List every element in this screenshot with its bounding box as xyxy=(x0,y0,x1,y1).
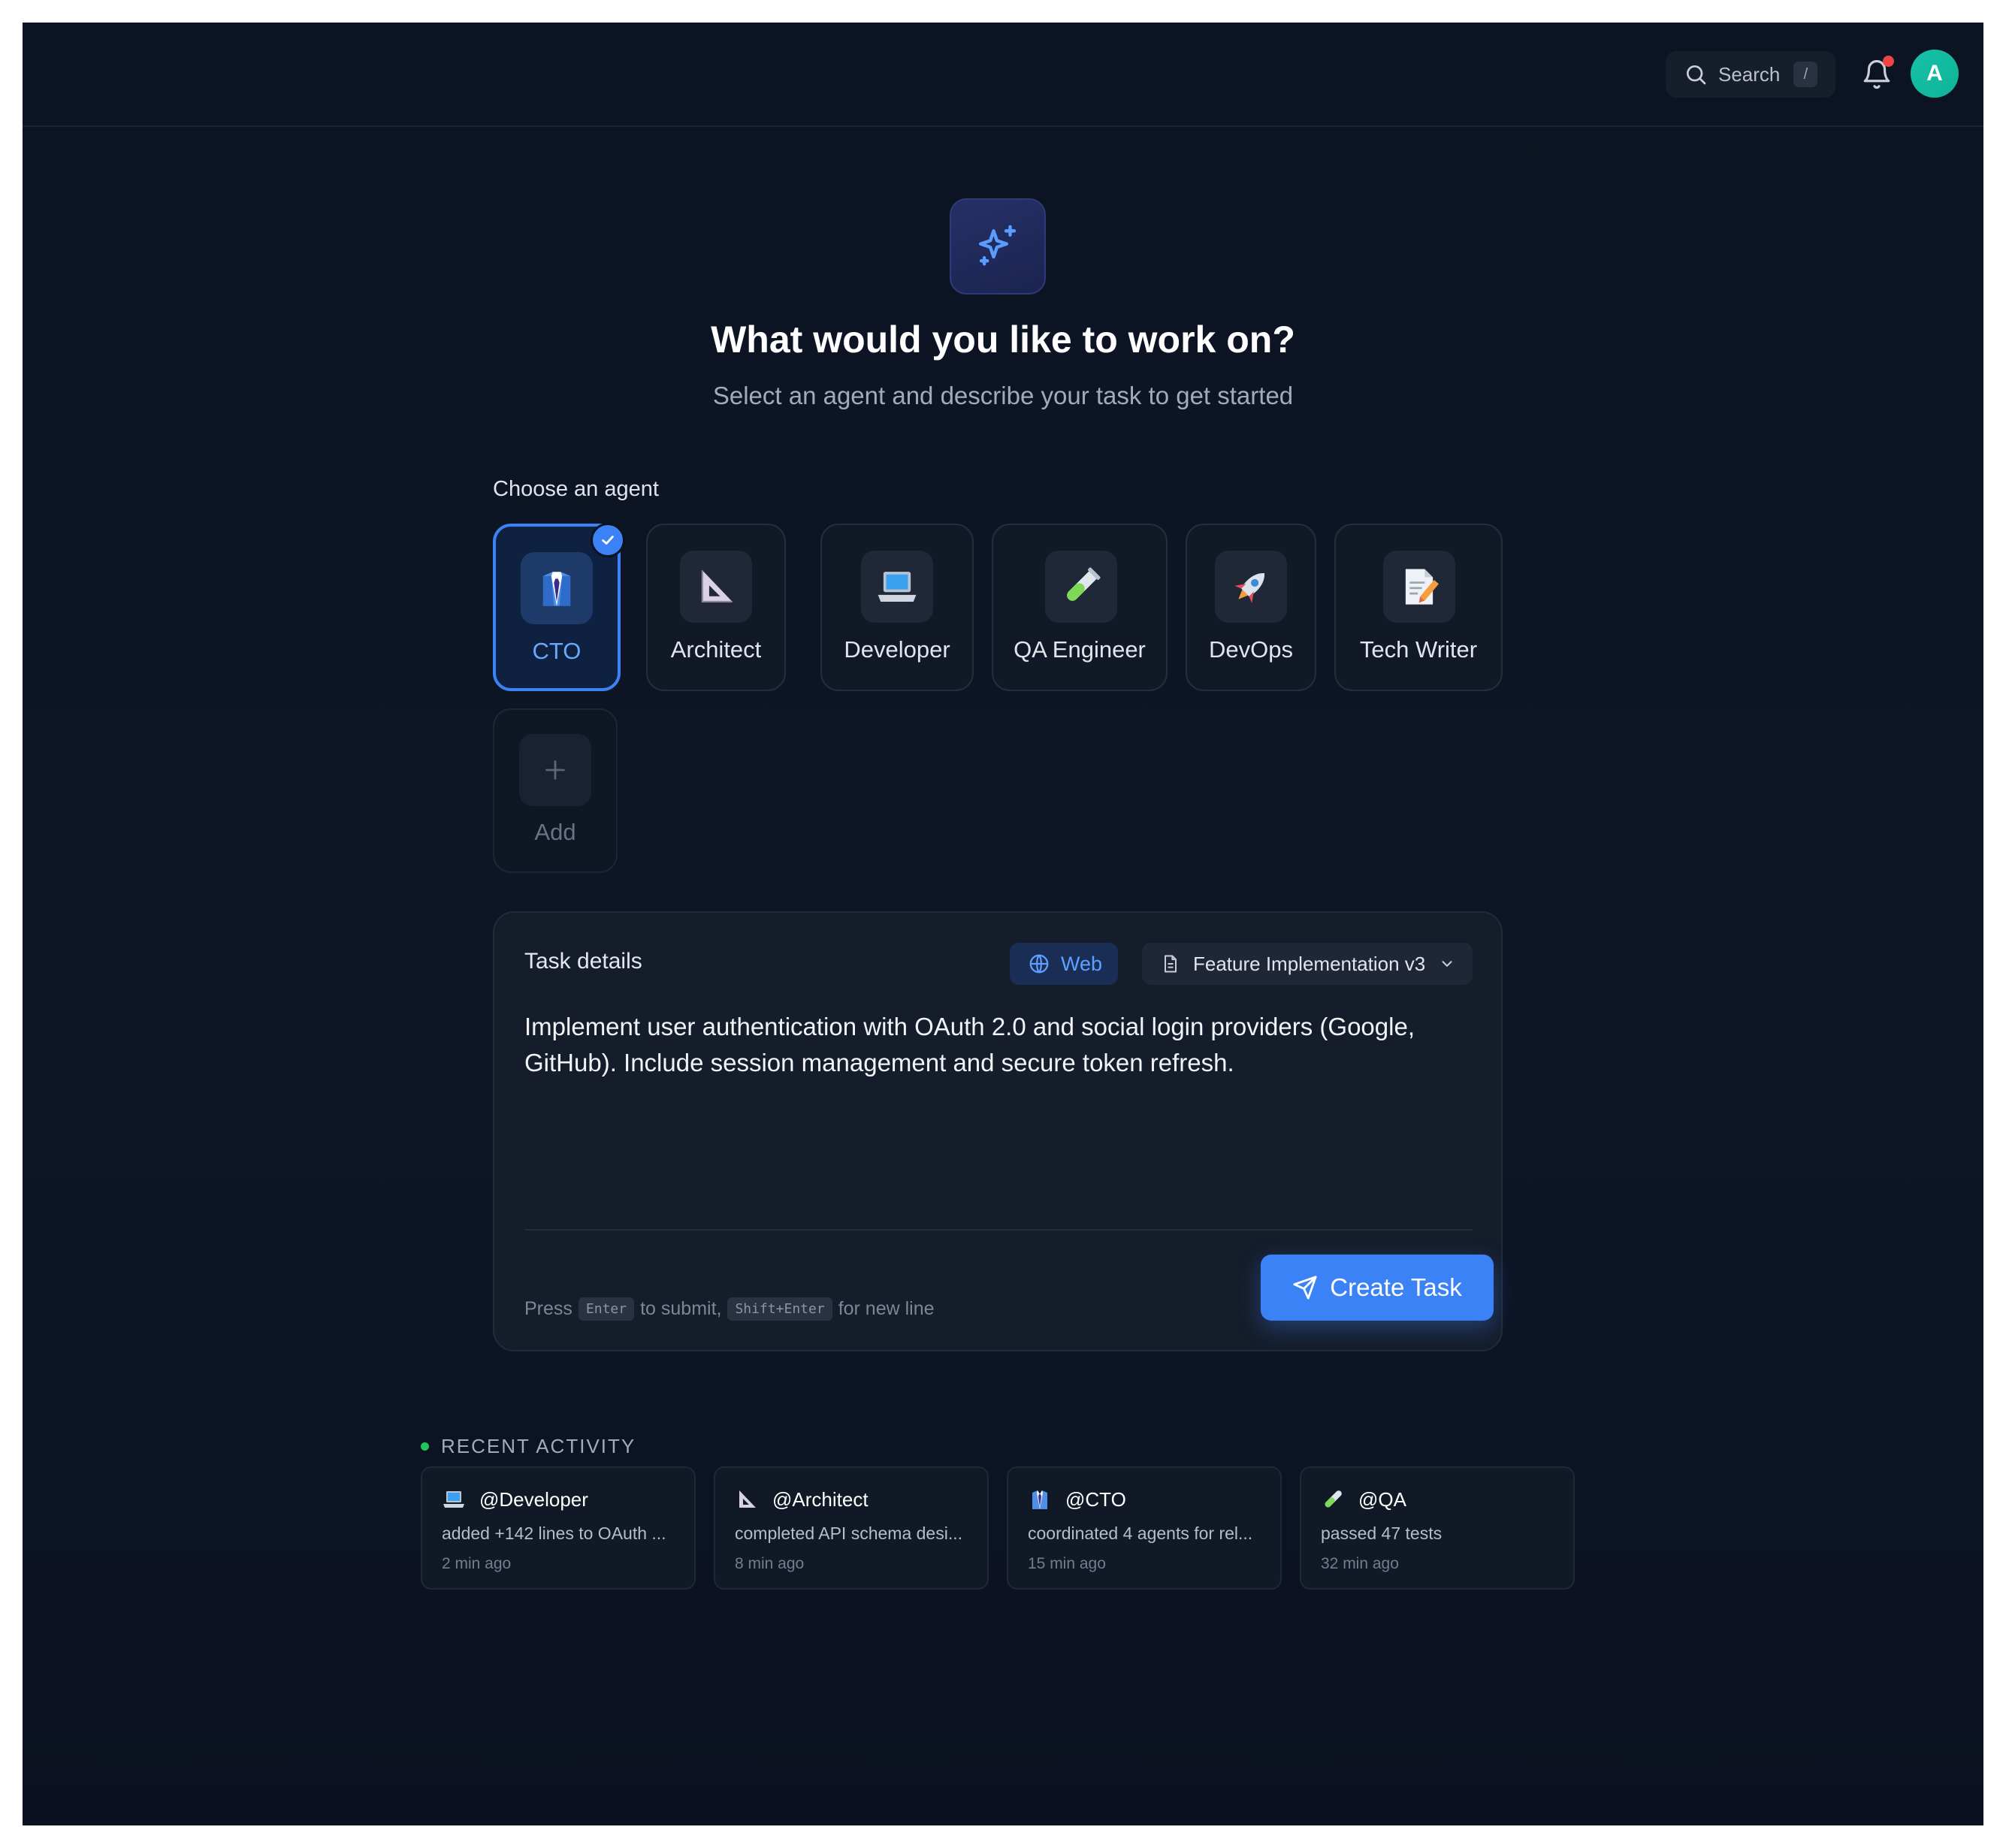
triangle-ruler-icon xyxy=(739,1490,756,1508)
shift-enter-key: Shift+Enter xyxy=(727,1297,832,1321)
agent-section-heading: Choose an agent xyxy=(493,477,659,501)
template-select[interactable]: Feature Implementation v3 xyxy=(1142,943,1473,985)
test-tube-icon xyxy=(1045,551,1117,623)
agent-card-tech-writer[interactable]: Tech Writer xyxy=(1334,524,1503,691)
activity-time: 2 min ago xyxy=(442,1555,512,1572)
agent-card-developer[interactable]: Developer xyxy=(820,524,974,691)
activity-card-architect[interactable]: @Architect completed API schema desi... … xyxy=(714,1466,989,1590)
task-details-heading: Task details xyxy=(524,949,642,974)
search-icon xyxy=(1687,65,1706,85)
activity-agent: @QA xyxy=(1358,1487,1406,1511)
sparkles-badge xyxy=(950,198,1046,294)
task-details-panel: Task details Web Feature Implementation … xyxy=(493,911,1503,1351)
search-shortcut-key: / xyxy=(1793,62,1818,87)
status-dot xyxy=(421,1442,429,1451)
activity-time: 8 min ago xyxy=(735,1555,805,1572)
agent-card-devops[interactable]: DevOps xyxy=(1186,524,1316,691)
activity-description: passed 47 tests xyxy=(1321,1523,1443,1543)
template-label: Feature Implementation v3 xyxy=(1193,952,1426,975)
hint-newline: for new line xyxy=(838,1298,935,1319)
rocket-icon xyxy=(1215,551,1287,623)
sparkles-icon xyxy=(978,225,1017,266)
agent-card-architect[interactable]: Architect xyxy=(646,524,786,691)
agent-label: Architect xyxy=(670,636,762,663)
activity-card-developer[interactable]: @Developer added +142 lines to OAuth ...… xyxy=(421,1466,696,1590)
globe-icon xyxy=(1029,954,1049,974)
document-icon xyxy=(1165,955,1177,973)
keyboard-hint: Press Enter to submit, Shift+Enter for n… xyxy=(524,1297,935,1321)
agent-label: DevOps xyxy=(1209,636,1293,663)
page-title: What would you like to work on? xyxy=(711,319,1295,361)
activity-time: 32 min ago xyxy=(1321,1555,1399,1572)
triangle-ruler-icon xyxy=(680,551,752,623)
hint-submit: to submit, xyxy=(640,1298,722,1319)
create-task-label: Create Task xyxy=(1330,1273,1462,1301)
suit-icon xyxy=(1032,1490,1047,1509)
recent-activity-heading: RECENT ACTIVITY xyxy=(421,1435,636,1458)
web-mode-label: Web xyxy=(1061,952,1103,975)
page-subtitle: Select an agent and describe your task t… xyxy=(712,382,1294,409)
user-avatar[interactable]: A xyxy=(1911,50,1959,98)
laptop-icon xyxy=(443,1491,464,1508)
chevron-down-icon xyxy=(1442,961,1452,967)
agent-label: Tech Writer xyxy=(1359,636,1478,663)
agent-label: CTO xyxy=(532,638,582,664)
laptop-icon xyxy=(861,551,933,623)
suit-icon xyxy=(521,552,593,624)
recent-activity-title: RECENT ACTIVITY xyxy=(441,1435,636,1457)
notifications-button[interactable] xyxy=(1859,56,1896,93)
search-label: Search xyxy=(1718,62,1781,86)
app-window: Search / A What would you like to work o… xyxy=(23,23,1983,1825)
selected-check-icon xyxy=(591,523,625,557)
activity-card-qa[interactable]: @QA passed 47 tests 32 min ago xyxy=(1300,1466,1575,1590)
activity-time: 15 min ago xyxy=(1028,1555,1106,1572)
create-task-button[interactable]: Create Task xyxy=(1261,1255,1494,1321)
top-bar: Search / A xyxy=(23,23,1983,127)
activity-agent: @Architect xyxy=(772,1487,869,1511)
notification-dot xyxy=(1883,56,1894,67)
enter-key: Enter xyxy=(578,1297,635,1321)
hint-press: Press xyxy=(524,1298,572,1319)
divider xyxy=(524,1229,1473,1230)
task-description-input[interactable]: Implement user authentication with OAuth… xyxy=(524,1009,1479,1081)
web-mode-toggle[interactable]: Web xyxy=(1010,943,1118,985)
send-icon xyxy=(1293,1276,1317,1300)
add-agent-button[interactable]: Add xyxy=(493,708,618,873)
activity-description: completed API schema desi... xyxy=(735,1523,962,1543)
activity-agent: @CTO xyxy=(1065,1487,1126,1511)
activity-card-cto[interactable]: @CTO coordinated 4 agents for rel... 15 … xyxy=(1007,1466,1282,1590)
agent-card-qa-engineer[interactable]: QA Engineer xyxy=(992,524,1168,691)
activity-description: coordinated 4 agents for rel... xyxy=(1028,1523,1253,1543)
add-agent-label: Add xyxy=(534,819,576,845)
agent-label: Developer xyxy=(844,636,950,663)
test-tube-icon xyxy=(1325,1490,1342,1508)
activity-description: added +142 lines to OAuth ... xyxy=(442,1523,666,1543)
agent-label: QA Engineer xyxy=(1014,636,1146,663)
memo-icon xyxy=(1383,551,1455,623)
activity-agent: @Developer xyxy=(479,1487,588,1511)
search-button[interactable]: Search / xyxy=(1666,51,1835,98)
plus-icon xyxy=(519,734,591,806)
